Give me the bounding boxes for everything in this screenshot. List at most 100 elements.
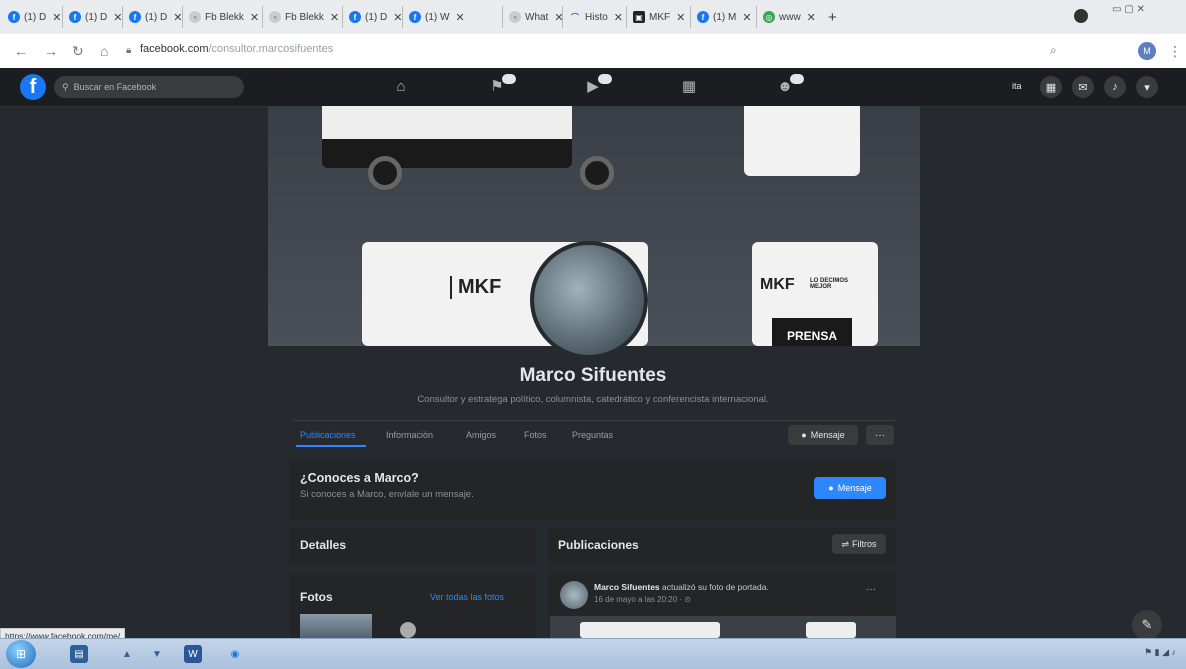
profile-avatar[interactable] — [530, 241, 648, 359]
more-options-button[interactable]: ··· — [866, 425, 894, 445]
forward-icon[interactable]: → — [44, 43, 58, 59]
start-menu-icon[interactable]: ⊞ — [6, 640, 36, 668]
url-host: facebook.com — [140, 43, 209, 55]
tab-label: www — [779, 11, 801, 23]
post-author-avatar[interactable] — [560, 581, 588, 609]
browser-tab[interactable]: f (1) W ✕ — [402, 6, 471, 28]
messenger-icon: ● — [828, 483, 834, 493]
app-taskbar-icon[interactable]: ▲ — [118, 645, 136, 663]
close-icon[interactable]: ✕ — [250, 11, 259, 24]
browser-tab[interactable]: ▫ What ✕ — [502, 6, 570, 28]
tab-amigos[interactable]: Amigos — [466, 430, 496, 440]
send-message-label: Mensaje — [837, 483, 872, 493]
zoom-icon[interactable]: ⌕ — [1050, 43, 1057, 58]
browser-tab[interactable]: ⌒ Histo ✕ — [562, 6, 629, 28]
know-card-subtitle: Si conoces a Marco, envíale un mensaje. — [300, 489, 474, 500]
photo-thumbnail[interactable] — [300, 614, 372, 638]
post-author[interactable]: Marco Sifuentes — [594, 582, 660, 592]
home-nav-icon[interactable]: ⌂ — [392, 78, 410, 96]
mkf-icon: ▣ — [633, 11, 645, 23]
word-taskbar-icon[interactable]: W — [184, 645, 202, 663]
cover-wheel-shape — [580, 156, 614, 190]
tab-label: (1) W — [425, 11, 450, 23]
facebook-logo-icon[interactable]: f — [20, 74, 46, 100]
globe-icon: ◎ — [763, 11, 775, 23]
tab-label: (1) D — [85, 11, 108, 23]
messenger-icon[interactable]: ✉ — [1072, 76, 1094, 98]
account-menu-chevron-icon[interactable]: ▾ — [1136, 76, 1158, 98]
message-button[interactable]: ● Mensaje — [788, 425, 858, 445]
tab-publicaciones[interactable]: Publicaciones — [300, 430, 356, 440]
profile-bio: Consultor y estratega político, columnis… — [417, 394, 769, 405]
cover-brand-text: MKF — [760, 276, 795, 293]
new-message-edit-icon[interactable]: ✎ — [1132, 610, 1162, 640]
tab-label: (1) M — [713, 11, 737, 23]
post-image-van-shape — [806, 622, 856, 638]
profile-avatar-icon[interactable]: M — [1138, 42, 1156, 60]
filters-button[interactable]: ⇌ Filtros — [832, 534, 886, 554]
post-image[interactable] — [550, 616, 896, 638]
home-icon[interactable]: ⌂ — [100, 43, 108, 59]
new-tab-button[interactable]: + — [822, 6, 843, 28]
search-icon: ⚲ — [62, 81, 69, 92]
app-taskbar-icon[interactable]: ▼ — [148, 645, 166, 663]
reload-icon[interactable]: ↻ — [72, 43, 84, 60]
chrome-taskbar-icon[interactable]: ◉ — [226, 645, 244, 663]
browser-tab[interactable]: f (1) D ✕ — [2, 6, 67, 28]
window-controls[interactable]: ▭ ▢ ✕ — [1112, 4, 1145, 15]
post-image-van-shape — [580, 622, 720, 638]
cover-brand-text: MKF — [450, 276, 501, 299]
tab-fotos[interactable]: Fotos — [524, 430, 547, 440]
browser-tab[interactable]: ▣ MKF ✕ — [626, 6, 691, 28]
browser-tab[interactable]: ◎ www ✕ — [756, 6, 822, 28]
browser-tab[interactable]: f (1) D ✕ — [62, 6, 128, 28]
groups-nav-icon[interactable]: ☻ — [776, 74, 804, 96]
close-icon[interactable]: ✕ — [676, 11, 685, 24]
facebook-icon: f — [349, 11, 361, 23]
post-action: actualizó su foto de portada. — [662, 582, 769, 592]
tab-label: (1) D — [24, 11, 47, 23]
close-icon[interactable]: ✕ — [52, 11, 61, 24]
facebook-icon: f — [69, 11, 81, 23]
history-icon: ⌒ — [571, 12, 579, 22]
notification-badge — [598, 74, 612, 84]
marketplace-nav-icon[interactable]: ▦ — [680, 78, 698, 96]
divider — [293, 420, 895, 421]
close-icon[interactable]: ✕ — [742, 11, 751, 24]
watch-nav-icon[interactable]: ▶ — [584, 74, 612, 96]
facebook-icon: f — [409, 11, 421, 23]
system-tray[interactable]: ⚑ ▮ ◢ ♪ — [1144, 647, 1176, 658]
search-input[interactable]: ⚲ Buscar en Facebook — [54, 76, 244, 98]
tab-label: Fb Blekk — [205, 11, 244, 23]
browser-tab[interactable]: f (1) D ✕ — [122, 6, 188, 28]
post-more-button[interactable]: ··· — [866, 584, 876, 595]
user-name-short[interactable]: ita — [1012, 81, 1022, 91]
notification-badge — [790, 74, 804, 84]
explorer-taskbar-icon[interactable]: ▤ — [70, 645, 88, 663]
see-all-photos-link[interactable]: Ver todas las fotos — [430, 592, 504, 602]
tab-informacion[interactable]: Información — [386, 430, 433, 440]
close-icon[interactable]: ✕ — [455, 11, 464, 24]
send-message-button[interactable]: ● Mensaje — [814, 477, 886, 499]
browser-tab-strip: f (1) D ✕ f (1) D ✕ f (1) D ✕ ▫ Fb Blekk ✕ ▫ Fb B… — [0, 0, 1186, 35]
tab-label: What — [525, 11, 549, 23]
browser-tab[interactable]: f (1) M ✕ — [690, 6, 758, 28]
browser-tab[interactable]: ▫ Fb Blekk ✕ — [182, 6, 265, 28]
notifications-bell-icon[interactable]: ♪ — [1104, 76, 1126, 98]
photo-thumbnail[interactable] — [400, 622, 416, 638]
pages-nav-icon[interactable]: ⚑ — [488, 74, 516, 96]
browser-tab[interactable]: f (1) D ✕ — [342, 6, 408, 28]
close-icon[interactable]: ✕ — [614, 11, 623, 24]
posts-title: Publicaciones — [558, 538, 639, 552]
close-icon[interactable]: ✕ — [330, 11, 339, 24]
close-icon[interactable]: ✕ — [807, 11, 816, 24]
menu-icon[interactable]: ⋮ — [1168, 43, 1182, 60]
post-date[interactable]: 16 de mayo a las 20:20 · ⊙ — [594, 595, 691, 604]
browser-tab[interactable]: ▫ Fb Blekk ✕ — [262, 6, 345, 28]
back-icon[interactable]: ← — [14, 43, 28, 59]
account-icon[interactable] — [1074, 9, 1088, 23]
filters-label: Filtros — [852, 539, 877, 549]
url-field[interactable]: facebook.com/consultor.marcosifuentes — [140, 43, 333, 55]
tab-preguntas[interactable]: Preguntas — [572, 430, 613, 440]
apps-grid-icon[interactable]: ▦ — [1040, 76, 1062, 98]
